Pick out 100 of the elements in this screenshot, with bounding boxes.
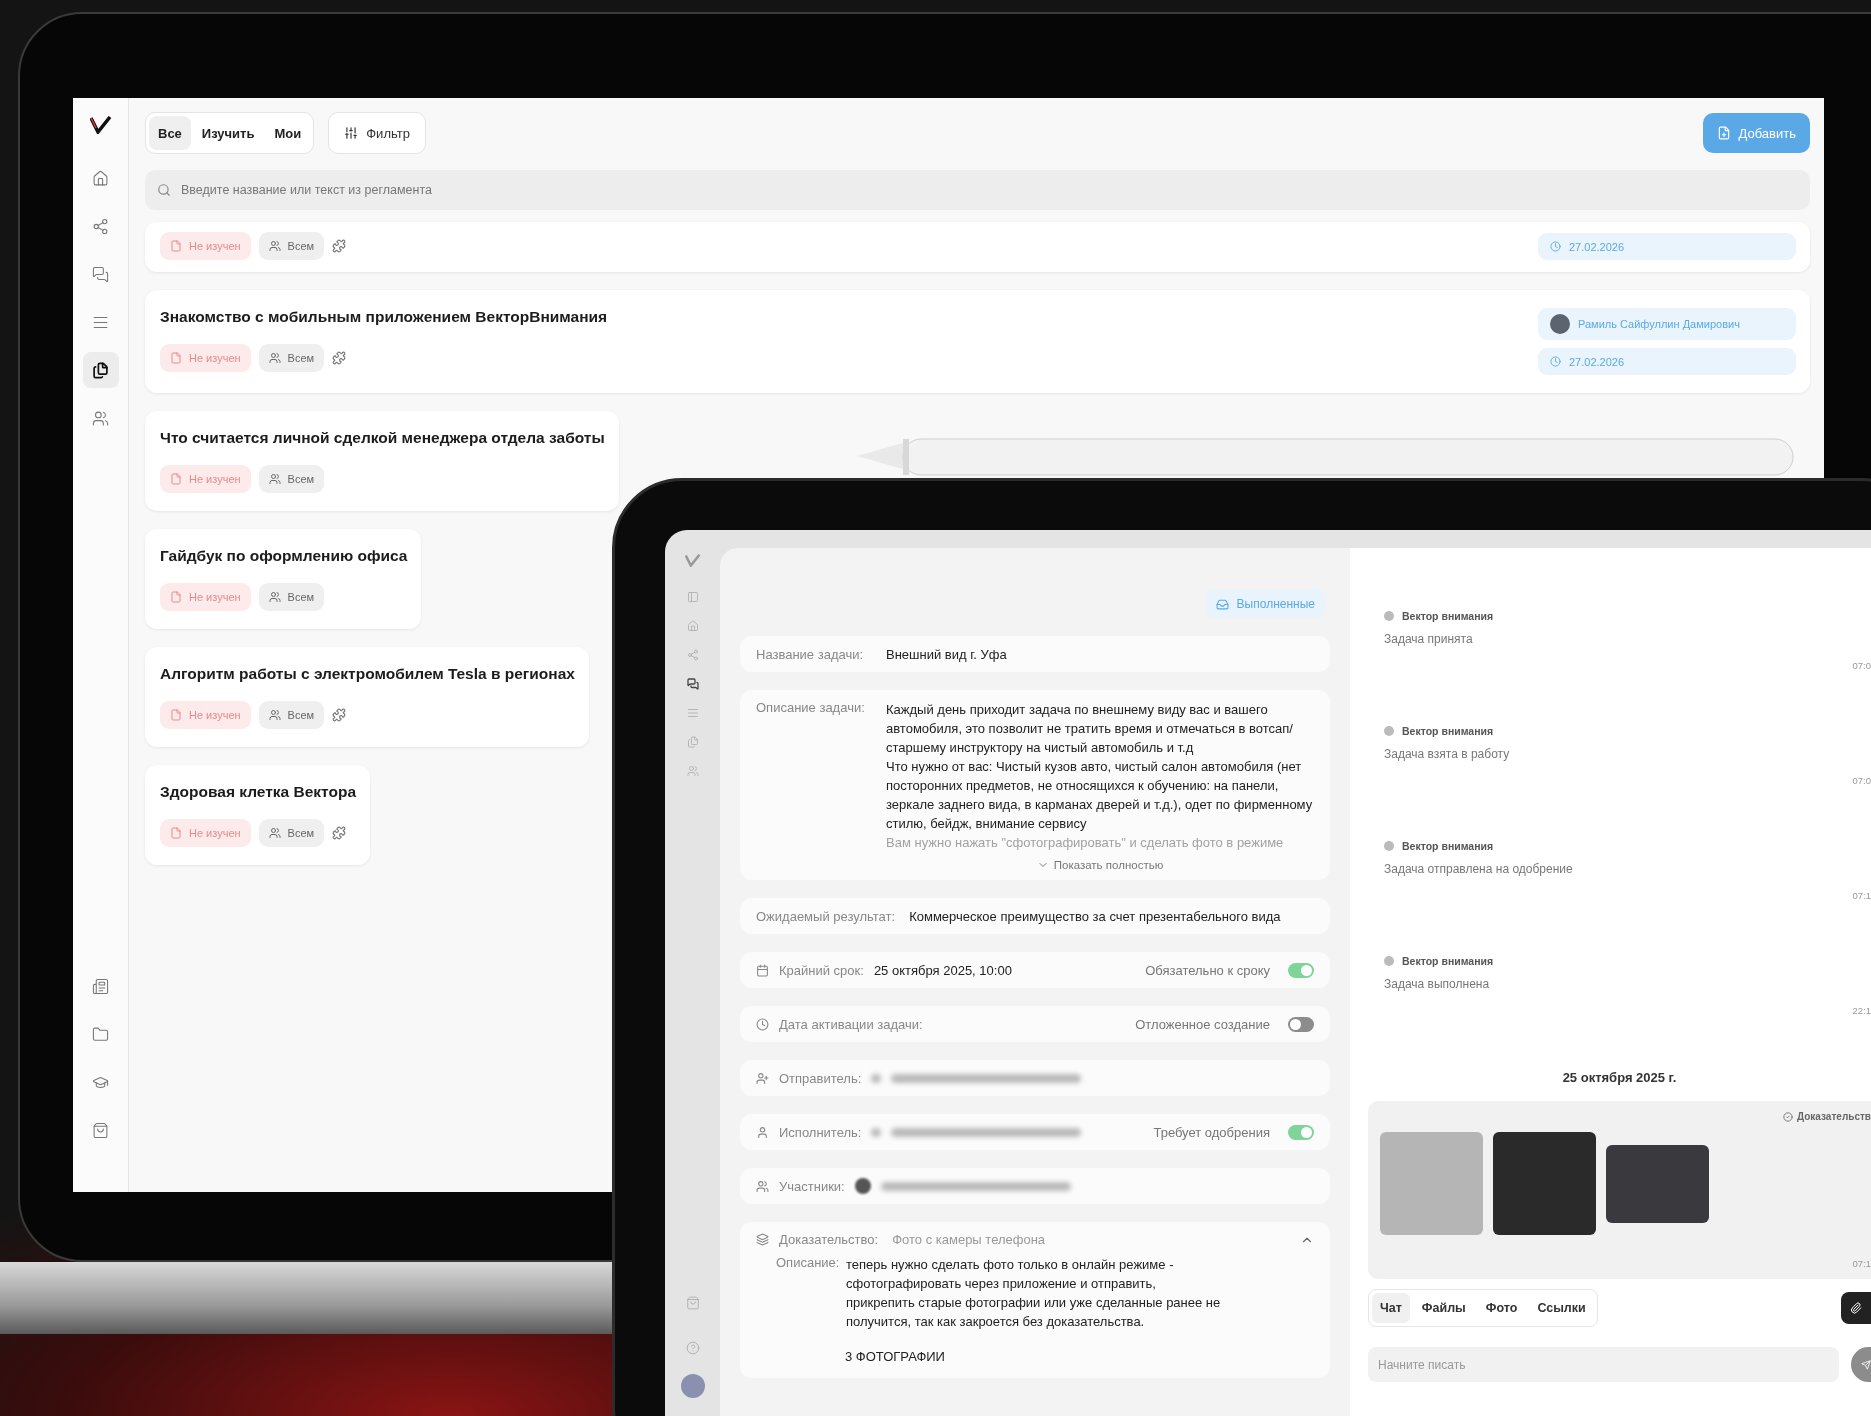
- description-text: Что нужно от вас: Чистый кузов авто, чистый салон автомобиля (нет посторонних предметов, не относящихся к обучению: на панели, зеркале заднего вида, в карманах дверей и т.д.), одет по фирменному стилю, бейдж, внимание сервису: [886, 758, 1314, 833]
- chat-icon: [92, 265, 109, 283]
- file-icon: [170, 709, 182, 721]
- toggle-switch[interactable]: [1288, 1124, 1314, 1140]
- logo-icon: [89, 116, 112, 134]
- document-card[interactable]: Здоровая клетка Вектора Не изучен Всем: [145, 765, 371, 865]
- card-title: Здоровая клетка Вектора: [160, 783, 357, 801]
- proof-label: Доказательств: [1783, 1111, 1871, 1122]
- document-card[interactable]: Знакомство с мобильным приложением ВекторВнимания Не изучен Всем Рамиль Сайфуллин Дамирович 27.02.2026: [145, 290, 1810, 393]
- search-field[interactable]: Введите название или текст из регламента: [145, 170, 1810, 210]
- bag-icon: [92, 1121, 109, 1139]
- user-plus-icon: [756, 1071, 769, 1085]
- message-time: 07:0: [1852, 660, 1871, 671]
- filter-tab[interactable]: Мои: [265, 116, 311, 150]
- blurred-avatar: [871, 1127, 882, 1137]
- field-label: Описание задачи:: [756, 700, 866, 715]
- avatar-icon: [1384, 611, 1394, 621]
- message-input[interactable]: Начните писать: [1368, 1347, 1839, 1382]
- users-icon: [268, 827, 281, 839]
- home-icon: [686, 620, 699, 632]
- toggle-switch[interactable]: [1288, 1016, 1314, 1032]
- status-text: Не изучен: [189, 240, 241, 252]
- inbox-icon: [1215, 597, 1229, 611]
- field-label: Отправитель:: [779, 1070, 862, 1086]
- users-icon: [268, 473, 281, 485]
- sidebar-item[interactable]: [82, 352, 119, 388]
- description-text: теперь нужно сделать фото только в онлайн режиме - сфотографировать через приложение и отправить, прикрепить старые фотографии или уже сделанные ранее не получится, так как закроется без доказательства.: [846, 1256, 1222, 1331]
- documents-icon: [686, 736, 699, 748]
- status-text: Не изучен: [189, 827, 241, 839]
- clock-icon: [1550, 241, 1561, 252]
- users-icon: [268, 352, 281, 364]
- chat-icon: [686, 678, 699, 690]
- blurred-avatar: [871, 1073, 882, 1083]
- calendar-icon: [756, 963, 769, 977]
- audience-text: Всем: [287, 827, 315, 839]
- chat-tab[interactable]: Фото: [1477, 1293, 1526, 1323]
- file-icon: [170, 473, 182, 485]
- toggle-switch[interactable]: [1288, 962, 1314, 978]
- avatar-icon: [854, 1178, 871, 1194]
- status-text: Не изучен: [189, 709, 241, 721]
- message-time: 07:0: [1852, 775, 1871, 786]
- message-sender: Вектор внимания: [1384, 610, 1871, 622]
- message-text: Задача отправлена на одобрение: [1384, 862, 1574, 876]
- audience-text: Всем: [287, 352, 315, 364]
- users-icon: [268, 240, 281, 252]
- paperclip-icon: [1850, 1302, 1862, 1314]
- file-icon: [170, 827, 182, 839]
- document-card[interactable]: Что считается личной сделкой менеджера отдела заботы Не изучен Всем: [145, 411, 619, 511]
- chat-tab[interactable]: Ссылки: [1529, 1293, 1594, 1323]
- message-text: Задача выполнена: [1384, 977, 1491, 991]
- avatar-icon: [1550, 314, 1570, 334]
- clock-icon: [756, 1017, 769, 1031]
- field-label: Название задачи:: [756, 646, 865, 662]
- file-icon: [170, 591, 182, 603]
- photos-count: 3 ФОТОГРАФИИ: [845, 1349, 946, 1364]
- chat-tab[interactable]: Чат: [1372, 1293, 1410, 1323]
- toggle-label: Обязательно к сроку: [1145, 962, 1270, 978]
- share-icon: [686, 649, 699, 661]
- filter-tab[interactable]: Все: [149, 116, 191, 150]
- users-icon: [268, 709, 281, 721]
- documents-icon: [92, 361, 109, 379]
- document-card[interactable]: Гайдбук по оформлению офиса Не изучен Всем: [145, 529, 422, 629]
- field-value: Коммерческое преимущество за счет презентабельного вида: [909, 908, 1281, 924]
- newspaper-icon: [92, 977, 109, 995]
- list-icon: [686, 707, 699, 719]
- search-icon: [157, 183, 171, 197]
- panel-icon: [686, 591, 699, 603]
- document-card[interactable]: Алгоритм работы с электромобилем Tesla в регионах Не изучен Всем: [145, 647, 589, 747]
- chat-date: 25 октября 2025 г.: [1561, 1070, 1678, 1085]
- send-button[interactable]: [1851, 1347, 1871, 1382]
- field-label: Исполнитель:: [779, 1124, 862, 1140]
- field-value: Внешний вид г. Уфа: [886, 646, 1007, 662]
- date-text: 27.02.2026: [1569, 355, 1625, 368]
- audience-text: Всем: [287, 591, 315, 603]
- filter-tab[interactable]: Изучить: [192, 116, 264, 150]
- card-title: Гайдбук по оформлению офиса: [160, 547, 408, 565]
- toggle-label: Требует одобрения: [1153, 1124, 1270, 1140]
- filter-button[interactable]: Фильтр: [328, 112, 426, 154]
- attach-button[interactable]: [1841, 1292, 1871, 1324]
- send-icon: [1861, 1359, 1871, 1370]
- folder-icon: [92, 1025, 109, 1043]
- avatar-icon: [1384, 726, 1394, 736]
- message-time: 07:1: [1852, 1258, 1871, 1269]
- field-value: Фото с камеры телефона: [892, 1232, 1046, 1247]
- field-label: Ожидаемый результат:: [756, 908, 896, 924]
- author-name: Рамиль Сайфуллин Дамирович: [1578, 318, 1740, 330]
- field-label: Дата активации задачи:: [779, 1016, 923, 1032]
- date-text: 27.02.2026: [1569, 240, 1625, 253]
- field-value: 25 октября 2025, 10:00: [873, 962, 1012, 978]
- status-text: Не изучен: [189, 591, 241, 603]
- chat-tab[interactable]: Файлы: [1413, 1293, 1474, 1323]
- check-circle-icon: [1783, 1111, 1793, 1122]
- document-card[interactable]: Не изучен Всем 27.02.2026: [145, 222, 1810, 272]
- card-title: Знакомство с мобильным приложением ВекторВнимания: [160, 308, 608, 326]
- avatar-icon: [1384, 956, 1394, 966]
- message-sender: Вектор внимания: [1384, 725, 1871, 737]
- user-avatar[interactable]: [680, 1374, 705, 1398]
- message-sender: Вектор внимания: [1384, 840, 1871, 852]
- show-more-button[interactable]: Показать полностью: [1030, 858, 1170, 872]
- message-time: 07:1: [1852, 890, 1871, 901]
